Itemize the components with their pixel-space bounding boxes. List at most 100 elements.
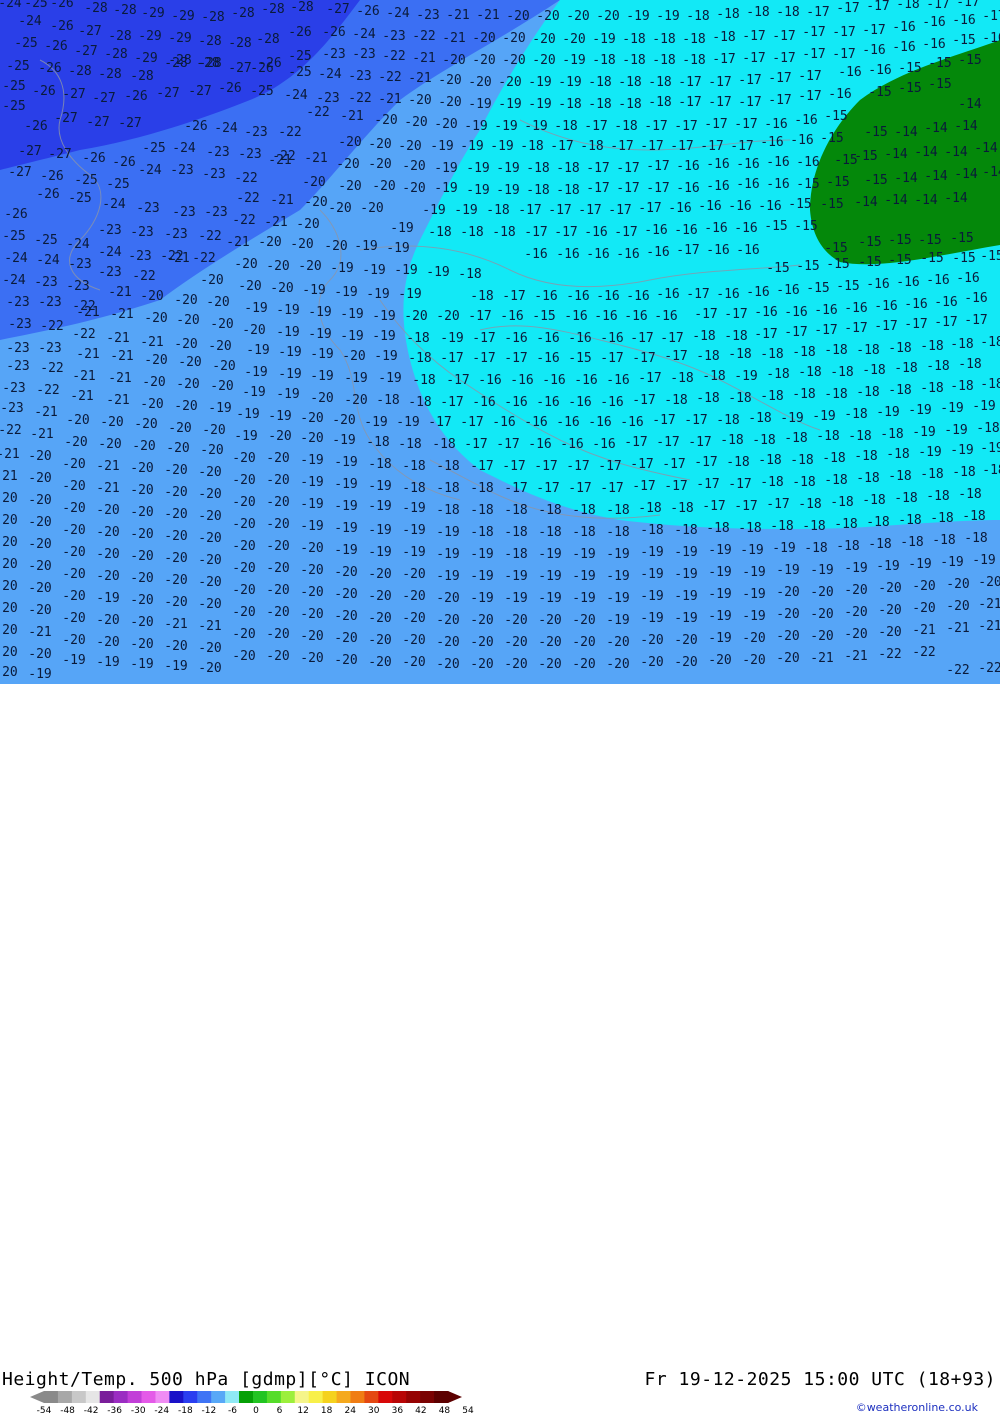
- contour-label: -16: [504, 395, 527, 410]
- contour-label: -18: [920, 381, 943, 396]
- contour-label: -21: [70, 389, 93, 404]
- contour-label: -16: [760, 135, 783, 150]
- contour-label: -16: [790, 133, 813, 148]
- scale-swatch: [113, 1391, 129, 1403]
- contour-label: -18: [504, 547, 527, 562]
- contour-label: -19: [498, 97, 521, 112]
- contour-label: -20: [436, 657, 459, 672]
- contour-label: -19: [640, 545, 663, 560]
- contour-label: -20: [96, 503, 119, 518]
- contour-label: -18: [792, 387, 815, 402]
- contour-label: -18: [760, 389, 783, 404]
- contour-label: -18: [824, 473, 847, 488]
- contour-label: -19: [708, 543, 731, 558]
- contour-label: -17: [686, 287, 709, 302]
- valid-time: Fr 19-12-2025 15:00 UTC (18+93): [644, 1369, 996, 1390]
- contour-label: -19: [908, 557, 931, 572]
- contour-label: -17: [428, 415, 451, 430]
- contour-label: -21: [442, 31, 465, 46]
- contour-label: -24: [284, 88, 308, 103]
- contour-label: -18: [606, 525, 629, 540]
- contour-label: -17: [536, 481, 559, 496]
- contour-label: -17: [798, 89, 821, 104]
- contour-label: -20: [0, 557, 18, 572]
- contour-label: -23: [38, 295, 61, 310]
- contour-label: -19: [430, 139, 453, 154]
- contour-label: -28: [84, 1, 107, 16]
- contour-label: -17: [524, 225, 547, 240]
- contour-label: -19: [468, 97, 491, 112]
- contour-label: -22: [72, 327, 95, 342]
- contour-label: -17: [504, 481, 527, 496]
- contour-label: -22: [978, 661, 1000, 676]
- contour-label: -28: [130, 69, 153, 84]
- contour-label: -17: [518, 203, 541, 218]
- contour-label: -20: [606, 657, 629, 672]
- contour-label: -19: [772, 541, 795, 556]
- contour-label: -18: [880, 427, 903, 442]
- contour-label: -23: [238, 147, 261, 162]
- contour-label: -26: [50, 19, 73, 34]
- contour-label: -21: [340, 109, 363, 124]
- scale-swatch: [57, 1391, 73, 1403]
- scale-swatch: [197, 1391, 212, 1403]
- contour-label: -20: [176, 377, 199, 392]
- contour-label: -19: [62, 653, 85, 668]
- contour-label: -20: [300, 651, 323, 666]
- contour-label: -20: [62, 479, 85, 494]
- contour-label: -21: [140, 335, 163, 350]
- contour-label: -19: [402, 545, 425, 560]
- contour-label: -19: [812, 409, 835, 424]
- contour-label: -18: [980, 377, 1000, 392]
- weather-map[interactable]: -24 -25 -26 -28 -28 -29 -29 -28 -28 -28 -28 -27 -26-…: [0, 0, 1000, 684]
- contour-label: -26: [36, 187, 59, 202]
- contour-label: -17: [584, 119, 607, 134]
- contour-label: -22: [278, 125, 301, 140]
- contour-label: -16: [892, 40, 915, 55]
- contour-label: -19: [572, 569, 595, 584]
- contour-label: -15: [824, 109, 847, 124]
- contour-label: -15: [898, 61, 921, 76]
- contour-label: -20: [202, 423, 225, 438]
- scale-tick-label: 54: [462, 1406, 474, 1416]
- contour-label: -17: [772, 29, 795, 44]
- contour-label: -17: [446, 373, 469, 388]
- contour-label: -17: [678, 75, 701, 90]
- contour-label: -20: [334, 587, 357, 602]
- contour-label: -19: [436, 547, 459, 562]
- scale-arrow-left: [30, 1391, 44, 1403]
- contour-label: -22: [382, 49, 405, 64]
- contour-label: -19: [538, 591, 561, 606]
- contour-label: -17: [632, 351, 655, 366]
- contour-label: -20: [912, 601, 935, 616]
- contour-label: -16: [594, 309, 617, 324]
- contour-label: -19: [742, 565, 765, 580]
- contour-label: -20: [674, 633, 697, 648]
- contour-label: -20: [142, 375, 165, 390]
- contour-label: -19: [244, 365, 267, 380]
- credit-link[interactable]: ©weatheronline.co.uk: [856, 1401, 978, 1414]
- contour-label: -20: [266, 495, 289, 510]
- contour-label: -18: [932, 533, 955, 548]
- scale-tick-label: -36: [107, 1406, 123, 1416]
- contour-label: -17: [982, 9, 1000, 24]
- contour-label: -17: [866, 0, 889, 14]
- contour-label: -20: [130, 527, 153, 542]
- contour-label: -23: [316, 91, 339, 106]
- contour-label: -20: [62, 567, 85, 582]
- contour-label: -23: [164, 227, 187, 242]
- contour-label: -20: [164, 463, 187, 478]
- contour-label: -20: [198, 661, 221, 676]
- color-scale-ticks: -54 -48 -42 -36 -30 -24 -18 -12 -6 0 6 12 18 24 30 36 42…: [30, 1406, 474, 1417]
- contour-label: -20: [140, 397, 163, 412]
- contour-label: -21: [106, 393, 129, 408]
- contour-label: -27: [74, 44, 97, 59]
- contour-label: -23: [34, 275, 57, 290]
- contour-label: -20: [402, 159, 425, 174]
- contour-label: -21: [0, 447, 20, 462]
- contour-label: -20: [164, 485, 187, 500]
- contour-label: -17: [440, 351, 463, 366]
- contour-label: -20: [130, 615, 153, 630]
- contour-label: -20: [164, 573, 187, 588]
- contour-label: -20: [334, 609, 357, 624]
